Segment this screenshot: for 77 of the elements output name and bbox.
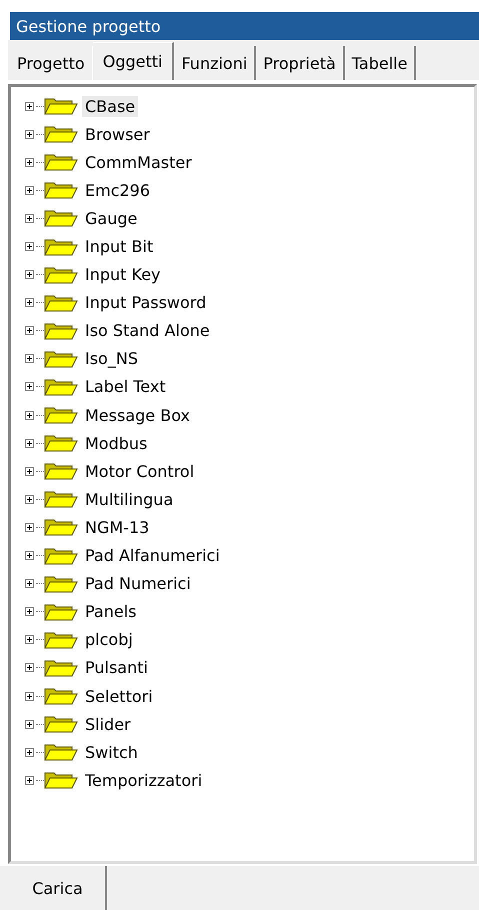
expand-icon[interactable] <box>23 549 36 562</box>
expand-icon[interactable] <box>23 774 36 787</box>
folder-icon <box>44 236 78 257</box>
folder-icon <box>44 658 78 678</box>
tree-item[interactable]: Modbus <box>82 432 150 454</box>
folder-icon <box>44 742 78 762</box>
expand-icon[interactable] <box>23 352 36 366</box>
expand-icon[interactable] <box>23 100 36 113</box>
tree-item[interactable]: Emc296 <box>82 180 154 201</box>
folder-icon <box>44 686 78 706</box>
tree-item[interactable]: Pad Alfanumerici <box>82 545 223 566</box>
expand-icon[interactable] <box>23 690 36 703</box>
folder-icon <box>44 574 78 594</box>
tree-item[interactable]: Input Password <box>82 292 210 314</box>
tree-item[interactable]: Switch <box>82 742 141 763</box>
folder-icon <box>44 320 78 341</box>
expand-icon[interactable] <box>23 605 36 618</box>
folder-icon <box>44 461 78 482</box>
folder-icon <box>44 489 78 510</box>
window-title: Gestione progetto <box>16 16 161 36</box>
tree-item[interactable]: Gauge <box>82 208 140 229</box>
folder-icon <box>44 96 78 116</box>
expand-icon[interactable] <box>23 156 36 169</box>
folder-icon <box>44 770 78 790</box>
tree-item[interactable]: Pad Numerici <box>82 573 194 594</box>
tree-item[interactable]: NGM-13 <box>82 516 152 538</box>
expand-icon[interactable] <box>23 577 36 590</box>
folder-icon <box>44 348 78 369</box>
tree-item[interactable]: Browser <box>82 124 153 145</box>
tree-item[interactable]: Slider <box>82 714 134 735</box>
folder-icon <box>44 376 78 397</box>
tree-item[interactable]: Multilingua <box>82 488 176 510</box>
expand-icon[interactable] <box>23 746 36 759</box>
tree-item[interactable]: Motor Control <box>82 460 198 482</box>
folder-icon <box>44 208 78 228</box>
folder-icon <box>44 517 78 538</box>
folder-icon <box>44 714 78 734</box>
folder-icon <box>44 264 78 285</box>
tree-item[interactable]: CBase <box>82 96 138 117</box>
expand-icon[interactable] <box>23 520 36 534</box>
expand-icon[interactable] <box>23 184 36 197</box>
expand-icon[interactable] <box>23 128 36 141</box>
expand-icon[interactable] <box>23 464 36 478</box>
folder-icon <box>44 180 78 200</box>
expand-icon[interactable] <box>23 436 36 450</box>
tree-item[interactable]: CommMaster <box>82 152 195 173</box>
folder-icon <box>44 602 78 622</box>
folder-icon <box>44 433 78 454</box>
folder-icon <box>44 405 78 426</box>
expand-icon[interactable] <box>23 661 36 674</box>
expand-icon[interactable] <box>23 324 36 338</box>
expand-icon[interactable] <box>23 380 36 394</box>
expand-icon[interactable] <box>23 718 36 731</box>
tab[interactable]: Oggetti <box>92 42 174 80</box>
tree-item[interactable]: Temporizzatori <box>82 770 206 791</box>
tree-item[interactable]: Iso Stand Alone <box>82 320 213 342</box>
expand-icon[interactable] <box>23 240 36 254</box>
folder-icon <box>44 630 78 650</box>
folder-icon <box>44 124 78 144</box>
folder-icon <box>44 152 78 172</box>
expand-icon[interactable] <box>23 296 36 310</box>
tree-item[interactable]: plcobj <box>82 629 136 650</box>
folder-icon <box>44 546 78 566</box>
folder-icon <box>44 292 78 313</box>
expand-icon[interactable] <box>23 492 36 506</box>
tree-item[interactable]: Input Key <box>82 264 164 286</box>
expand-icon[interactable] <box>23 212 36 225</box>
tree-item[interactable]: Label Text <box>82 376 169 398</box>
expand-icon[interactable] <box>23 408 36 422</box>
tree-item[interactable]: Pulsanti <box>82 657 151 678</box>
expand-icon[interactable] <box>23 633 36 646</box>
tree-item[interactable]: Panels <box>82 601 140 622</box>
tree-item[interactable]: Message Box <box>82 404 193 426</box>
tree-item[interactable]: Input Bit <box>82 236 156 258</box>
tree-item[interactable]: Iso_NS <box>82 348 141 370</box>
expand-icon[interactable] <box>23 268 36 282</box>
tree-item[interactable]: Selettori <box>82 686 156 707</box>
